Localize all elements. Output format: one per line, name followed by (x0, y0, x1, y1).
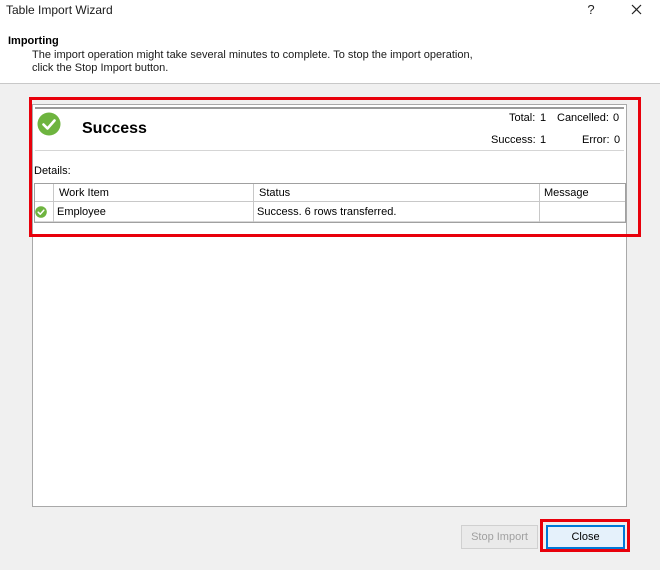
error-label: Error: (582, 134, 610, 146)
column-header-work-item[interactable]: Work Item (55, 184, 255, 201)
title-bar: Table Import Wizard ? (0, 0, 660, 22)
check-circle-icon (37, 112, 61, 136)
close-icon (631, 4, 642, 15)
column-header-status[interactable]: Status (255, 184, 540, 201)
help-button[interactable]: ? (580, 0, 602, 22)
total-value: 1 (540, 112, 547, 124)
success-count-value: 1 (540, 134, 547, 146)
error-value: 0 (614, 134, 621, 146)
status-cell: Success. 6 rows transferred. (257, 206, 397, 218)
column-divider (253, 184, 254, 222)
summary-status: Success (82, 120, 147, 137)
wizard-header: Importing The import operation might tak… (0, 22, 660, 84)
total-label: Total: (509, 112, 536, 124)
work-item-cell: Employee (57, 206, 106, 218)
details-label: Details: (34, 165, 71, 177)
close-window-button[interactable] (624, 0, 650, 22)
step-description: The import operation might take several … (32, 49, 473, 74)
step-title: Importing (8, 35, 59, 47)
details-table: Work Item Status Message Employee Succes… (34, 183, 626, 223)
import-results-panel (32, 104, 627, 507)
check-circle-icon (35, 206, 47, 218)
message-cell (540, 203, 625, 221)
success-count-label: Success: (491, 134, 536, 146)
cancelled-label: Cancelled: (557, 112, 609, 124)
window-title: Table Import Wizard (6, 3, 113, 17)
column-divider (53, 184, 54, 222)
column-header-message[interactable]: Message (540, 184, 625, 201)
table-row[interactable]: Employee Success. 6 rows transferred. (35, 203, 625, 222)
close-button[interactable]: Close (546, 525, 625, 549)
cancelled-value: 0 (613, 112, 620, 124)
column-divider (539, 184, 540, 222)
table-header: Work Item Status Message (35, 184, 625, 202)
stop-import-button[interactable]: Stop Import (461, 525, 538, 549)
